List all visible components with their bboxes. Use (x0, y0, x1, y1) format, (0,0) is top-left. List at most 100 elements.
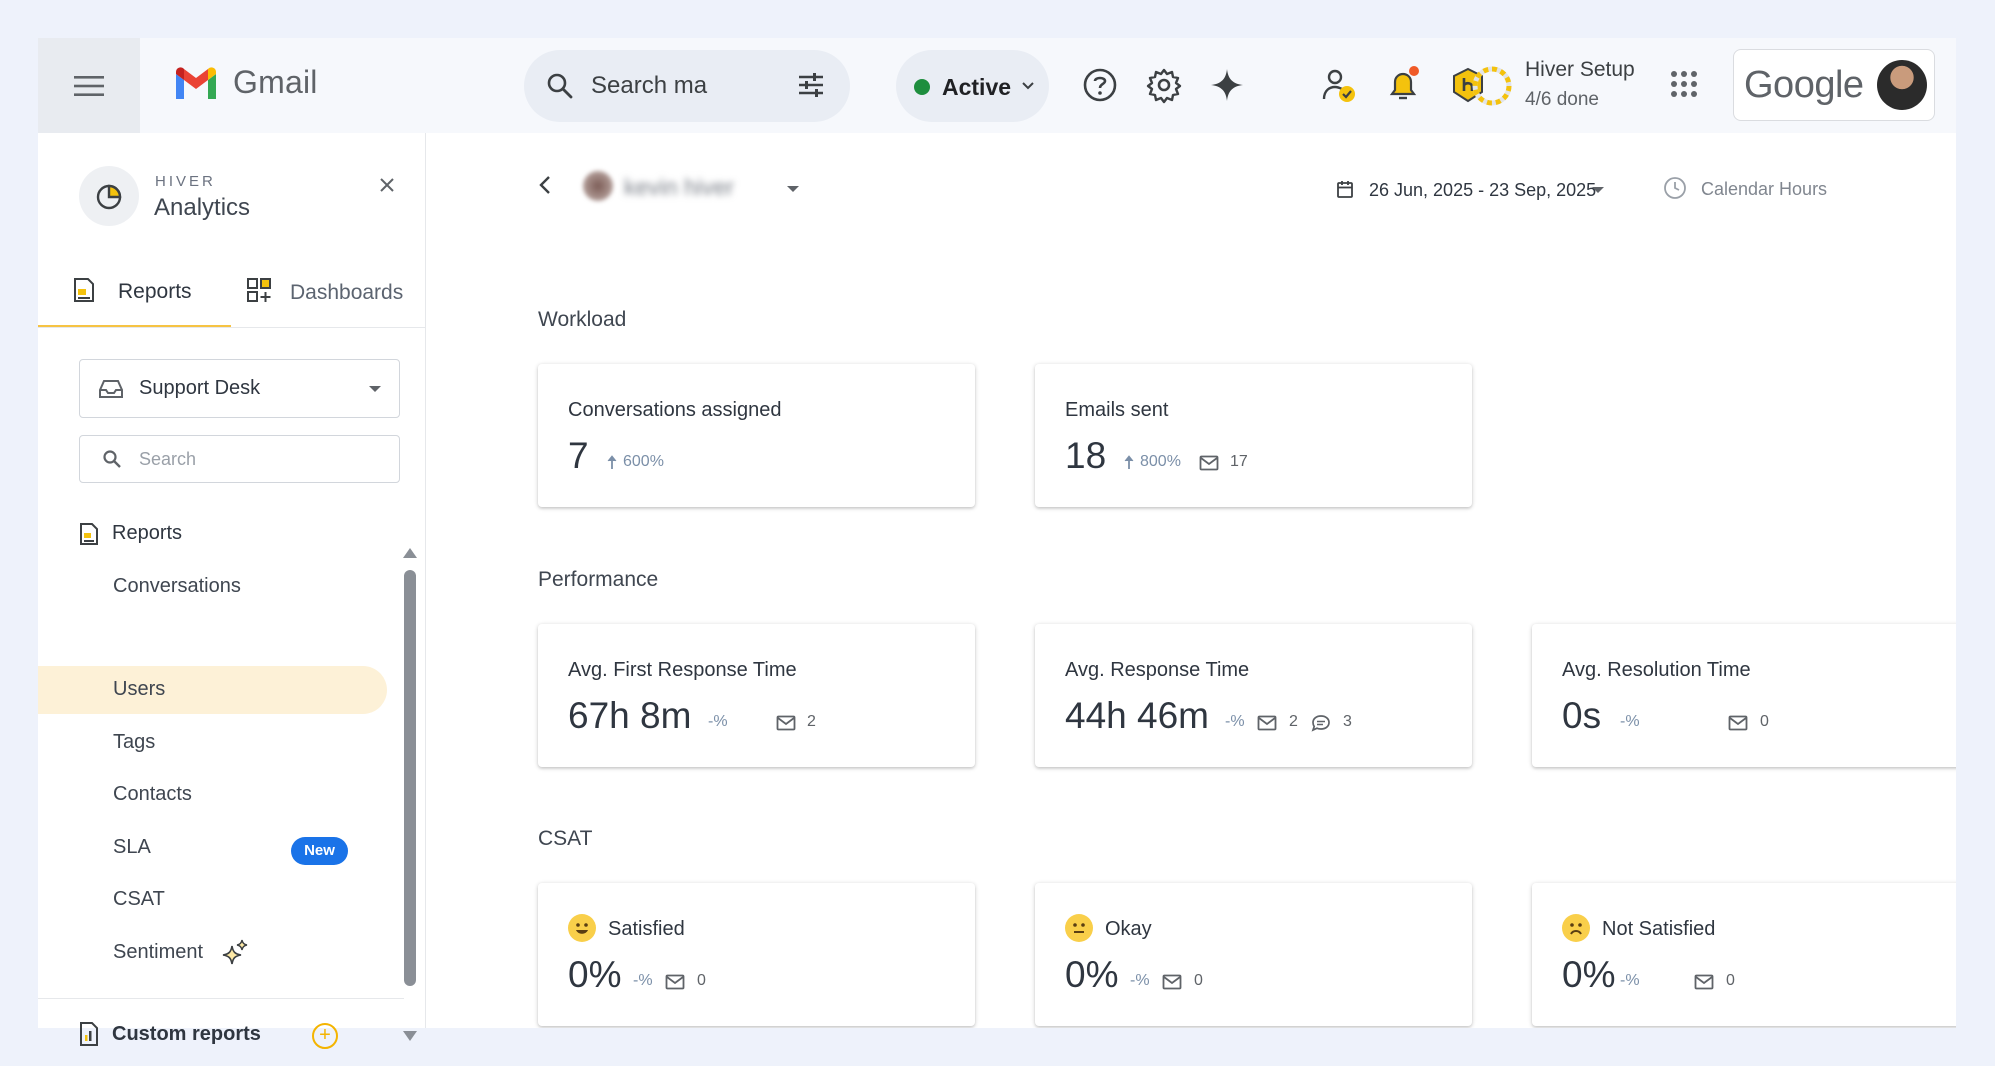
mail-icon (1162, 974, 1182, 990)
card-csat-satisfied[interactable]: Satisfied 0% -% 0 (538, 883, 975, 1026)
card-change: -% (1225, 713, 1245, 730)
hamburger-menu-icon (74, 75, 104, 96)
neutral-face-icon (1065, 914, 1093, 942)
card-title: Avg. Response Time (1065, 659, 1250, 681)
gmail-logo[interactable]: Gmail (173, 64, 318, 101)
custom-report-icon (80, 1022, 98, 1046)
search-options-icon[interactable] (796, 70, 826, 100)
card-mail-count: 17 (1230, 453, 1248, 470)
card-conversations-assigned[interactable]: Conversations assigned 7 600% (538, 364, 975, 507)
sidebar-item-label: CSAT (113, 888, 165, 910)
add-custom-report-button[interactable]: + (312, 1023, 338, 1049)
gemini-sparkle-icon[interactable] (1208, 66, 1246, 104)
hours-mode-selector[interactable]: Calendar Hours (1701, 179, 1827, 200)
apps-grid-icon[interactable] (1670, 70, 1698, 98)
tab-dashboards[interactable]: Dashboards (246, 260, 426, 328)
reports-section-label: Reports (112, 522, 183, 544)
desk-dropdown[interactable]: Support Desk (79, 359, 400, 418)
card-title: Avg. First Response Time (568, 659, 797, 681)
new-badge: New (291, 837, 348, 865)
user-selector-name[interactable]: kevin hiver (624, 174, 734, 201)
sidebar-item-sentiment[interactable]: Sentiment (38, 929, 386, 977)
card-value: 18 (1065, 435, 1107, 476)
card-change: -% (708, 713, 728, 730)
sparkle-icon (222, 939, 248, 965)
card-emails-sent[interactable]: Emails sent 18 800% 17 (1035, 364, 1472, 507)
close-icon[interactable] (378, 176, 396, 194)
card-mail-count: 2 (807, 713, 816, 730)
gear-icon[interactable] (1145, 66, 1183, 104)
scroll-up-arrow-icon[interactable] (403, 548, 417, 558)
scroll-down-arrow-icon[interactable] (403, 1031, 417, 1041)
card-mail-count: 0 (697, 972, 706, 989)
sidebar-scrollbar[interactable] (403, 548, 417, 1041)
report-search-placeholder[interactable]: Search (139, 449, 196, 470)
analytics-logo (79, 166, 139, 226)
mail-icon (1694, 974, 1714, 990)
arrow-up-icon (1124, 455, 1134, 469)
help-icon[interactable] (1081, 66, 1119, 104)
chevron-down-icon (1022, 82, 1034, 90)
sidebar-item-csat[interactable]: CSAT (38, 876, 386, 924)
card-value: 7 (568, 435, 589, 476)
sidebar-item-label: Tags (113, 731, 156, 753)
search-icon (103, 450, 121, 468)
mail-search-bar[interactable]: Search ma (524, 50, 850, 122)
custom-reports-item[interactable]: Custom reports + (78, 1021, 378, 1051)
user-check-icon[interactable] (1320, 66, 1358, 104)
mail-icon (1257, 715, 1277, 731)
mail-icon (665, 974, 685, 990)
sidebar-item-contacts[interactable]: Contacts (38, 771, 386, 819)
card-csat-okay[interactable]: Okay 0% -% 0 (1035, 883, 1472, 1026)
tab-reports[interactable]: Reports (38, 260, 231, 328)
card-change: -% (633, 972, 653, 989)
status-label: Active (942, 74, 1012, 100)
report-search-field[interactable]: Search (79, 435, 400, 483)
sidebar-item-tags[interactable]: Tags (38, 719, 386, 767)
card-avg-response[interactable]: Avg. Response Time 44h 46m -% 2 3 (1035, 624, 1472, 767)
brand-label: HIVER (155, 173, 216, 190)
card-mail-count: 0 (1726, 972, 1735, 989)
caret-down-icon[interactable] (786, 185, 800, 193)
sidebar-item-users[interactable]: Users (38, 666, 387, 714)
avatar[interactable] (1877, 60, 1927, 110)
chat-bubble-icon (1311, 715, 1330, 732)
status-selector[interactable]: Active (896, 50, 1049, 122)
section-workload: Workload (538, 308, 627, 331)
sidebar-item-sla[interactable]: SLA New (38, 824, 386, 872)
calendar-icon (1337, 181, 1353, 198)
sidebar-item-label: Contacts (113, 783, 192, 805)
gmail-m-icon (176, 66, 216, 99)
brand-title: Analytics (154, 194, 251, 221)
card-title: Not Satisfied (1602, 918, 1716, 940)
user-avatar (583, 171, 613, 201)
card-value: 0s (1562, 695, 1602, 736)
card-avg-first-response[interactable]: Avg. First Response Time 67h 8m -% 2 (538, 624, 975, 767)
search-icon[interactable] (546, 72, 574, 100)
card-change: -% (1130, 972, 1150, 989)
report-doc-icon (74, 278, 94, 302)
card-avg-resolution[interactable]: Avg. Resolution Time 0s -% 0 (1532, 624, 1956, 767)
main-menu-button[interactable] (38, 38, 140, 133)
card-value: 44h 46m (1065, 695, 1209, 736)
sidebar-item-conversations[interactable]: Conversations (38, 563, 386, 611)
mail-icon (1199, 455, 1219, 471)
sidebar-divider (38, 998, 404, 999)
clock-icon (1664, 177, 1686, 199)
scroll-thumb[interactable] (404, 570, 416, 986)
card-value: 0% (1562, 954, 1616, 995)
status-dot (914, 79, 930, 95)
arrow-up-icon (607, 455, 617, 469)
tab-reports-label: Reports (118, 280, 192, 303)
caret-down-icon[interactable] (1591, 186, 1605, 194)
setup-title[interactable]: Hiver Setup (1525, 58, 1635, 82)
card-csat-not-satisfied[interactable]: Not Satisfied 0% -% 0 (1532, 883, 1956, 1026)
google-account-button[interactable]: Google (1733, 49, 1935, 121)
setup-progress-icon[interactable] (1470, 64, 1514, 108)
bell-icon[interactable] (1384, 66, 1422, 104)
date-range-picker[interactable]: 26 Jun, 2025 - 23 Sep, 2025 (1369, 180, 1596, 201)
chevron-left-icon[interactable] (538, 174, 552, 196)
mail-search-input[interactable]: Search ma (591, 72, 707, 100)
card-value: 0% (1065, 954, 1119, 995)
card-change: 600% (623, 453, 664, 470)
